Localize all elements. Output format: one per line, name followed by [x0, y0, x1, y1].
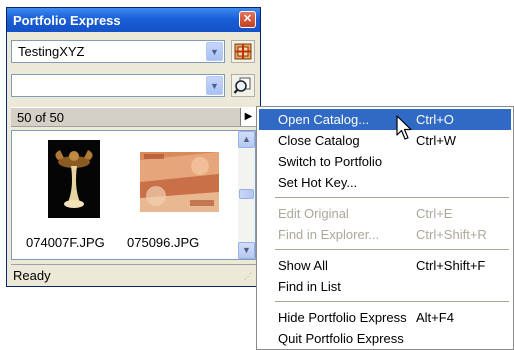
title-bar[interactable]: Portfolio Express ✕ — [7, 8, 260, 32]
catalog-grid-icon — [234, 43, 252, 60]
menu-item-label: Close Catalog — [278, 133, 360, 148]
portfolio-express-window: Portfolio Express ✕ TestingXYZ ▼ ▼ 50 of… — [6, 7, 261, 287]
chevron-down-icon[interactable]: ▼ — [206, 42, 223, 61]
menu-item-label: Set Hot Key... — [278, 175, 358, 190]
menu-item-shortcut: Ctrl+E — [416, 206, 453, 221]
window-title: Portfolio Express — [13, 13, 121, 28]
thumbnail-image-banknotes — [140, 152, 219, 212]
thumbnail-image-figurine — [48, 140, 100, 218]
menu-item-shortcut: Ctrl+O — [416, 112, 454, 127]
menu-item-label: Find in List — [278, 279, 341, 294]
menu-separator — [275, 301, 509, 302]
thumbnail-filename: 074007F.JPG — [26, 235, 105, 250]
vertical-scrollbar[interactable]: ▲ ▼ — [238, 131, 255, 259]
menu-separator — [275, 197, 509, 198]
menu-item-label: Quit Portfolio Express — [278, 331, 404, 346]
menu-item-shortcut: Ctrl+W — [416, 133, 457, 148]
mouse-pointer-icon — [396, 115, 412, 140]
menu-item-open-catalog[interactable]: Open Catalog... Ctrl+O — [259, 109, 511, 130]
thumbnail-pane: 074007F.JPG 075096.JPG ▲ ▼ — [11, 130, 256, 260]
menu-item-find-in-explorer: Find in Explorer... Ctrl+Shift+R — [259, 224, 511, 245]
close-button[interactable]: ✕ — [239, 11, 256, 28]
menu-item-switch-to-portfolio[interactable]: Switch to Portfolio — [259, 151, 511, 172]
resize-grip-icon[interactable]: ⋰ — [244, 272, 254, 282]
scroll-up-icon[interactable]: ▲ — [238, 131, 255, 148]
magnifier-icon — [233, 77, 251, 94]
catalog-tool-button[interactable] — [231, 40, 255, 63]
menu-item-shortcut: Ctrl+Shift+R — [416, 227, 487, 242]
menu-item-label: Hide Portfolio Express — [278, 310, 407, 325]
menu-item-label: Show All — [278, 258, 328, 273]
menu-item-label: Find in Explorer... — [278, 227, 380, 242]
menu-item-find-in-list[interactable]: Find in List — [259, 276, 511, 297]
menu-item-shortcut: Alt+F4 — [416, 310, 454, 325]
scroll-down-icon[interactable]: ▼ — [238, 242, 255, 259]
menu-item-label: Switch to Portfolio — [278, 154, 383, 169]
menu-item-edit-original: Edit Original Ctrl+E — [259, 203, 511, 224]
menu-item-set-hot-key[interactable]: Set Hot Key... — [259, 172, 511, 193]
find-button[interactable] — [231, 74, 255, 97]
scroll-thumb[interactable] — [239, 189, 254, 199]
status-text: Ready — [13, 268, 51, 283]
palette-menu-button[interactable]: ▶ — [240, 108, 256, 126]
thumbnail-filename: 075096.JPG — [127, 235, 200, 250]
item-count: 50 of 50 — [17, 110, 64, 125]
menu-item-show-all[interactable]: Show All Ctrl+Shift+F — [259, 255, 511, 276]
menu-item-quit-portfolio-express[interactable]: Quit Portfolio Express — [259, 328, 511, 349]
palette-context-menu: Open Catalog... Ctrl+O Close Catalog Ctr… — [256, 106, 514, 350]
menu-item-close-catalog[interactable]: Close Catalog Ctrl+W — [259, 130, 511, 151]
menu-item-label: Edit Original — [278, 206, 349, 221]
catalog-combo[interactable]: TestingXYZ ▼ — [11, 40, 225, 63]
item-count-bar: 50 of 50 ▶ — [11, 107, 256, 127]
menu-item-shortcut: Ctrl+Shift+F — [416, 258, 486, 273]
menu-item-label: Open Catalog... — [278, 112, 370, 127]
search-combo[interactable]: ▼ — [11, 74, 225, 97]
chevron-down-icon[interactable]: ▼ — [206, 76, 223, 95]
catalog-combo-value: TestingXYZ — [18, 44, 85, 59]
status-bar: Ready ⋰ — [11, 264, 256, 284]
menu-item-hide-portfolio-express[interactable]: Hide Portfolio Express Alt+F4 — [259, 307, 511, 328]
menu-separator — [275, 249, 509, 250]
